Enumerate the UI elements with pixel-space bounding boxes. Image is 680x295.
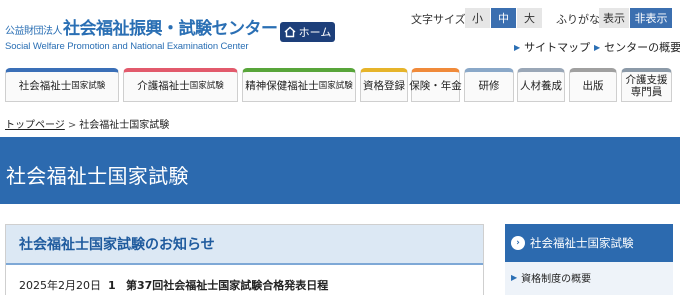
nav-tab-care-manager[interactable]: 介護支援 専門員 — [621, 68, 672, 102]
home-button[interactable]: ホーム — [280, 22, 335, 42]
news-heading-divider — [6, 263, 483, 265]
nav-tab-social-worker[interactable]: 社会福祉士 国家試験 — [5, 68, 119, 102]
side-list: ▶ 資格制度の概要 — [505, 262, 673, 295]
nav-tab-label: 出版 — [582, 79, 604, 92]
nav-tab-sublabel: 国家試験 — [189, 80, 224, 91]
nav-tab-label-line2: 専門員 — [630, 85, 663, 98]
nav-tab-sublabel: 国家試験 — [71, 80, 106, 91]
nav-tab-registration[interactable]: 資格登録 — [360, 68, 408, 102]
chevron-right-circle-icon: › — [511, 236, 525, 250]
breadcrumb-separator: > — [67, 120, 77, 131]
nav-tab-insurance[interactable]: 保険・年金 — [409, 68, 462, 102]
home-label: ホーム — [298, 26, 332, 39]
triangle-right-icon: ▶ — [511, 273, 518, 282]
page-title: 社会福祉士国家試験 — [6, 164, 189, 188]
home-icon — [284, 26, 296, 38]
nav-tab-label: 人材養成 — [520, 79, 562, 92]
nav-tab-label: 研修 — [478, 79, 500, 92]
site-logo[interactable]: 公益財団法人 社会福祉振興・試験センター Social Welfare Prom… — [5, 14, 278, 54]
breadcrumb: トップページ > 社会福祉士国家試験 — [5, 116, 169, 131]
center-overview-label: センターの概要 — [604, 41, 680, 54]
nav-tab-human-resources[interactable]: 人材養成 — [517, 68, 565, 102]
breadcrumb-current: 社会福祉士国家試験 — [79, 120, 170, 131]
font-size-large-button[interactable]: 大 — [517, 8, 542, 28]
logo-prefix: 公益財団法人 — [5, 26, 63, 37]
nav-tab-label: 保険・年金 — [409, 79, 462, 92]
nav-tab-care-worker[interactable]: 介護福祉士 国家試験 — [123, 68, 238, 102]
news-item: 2025年2月20日 1 第37回社会福祉士国家試験合格発表日程 — [19, 277, 328, 293]
font-size-label: 文字サイズ — [411, 13, 466, 26]
news-link[interactable]: 第37回社会福祉士国家試験合格発表日程 — [126, 277, 328, 293]
news-box: 社会福祉士国家試験のお知らせ 2025年2月20日 1 第37回社会福祉士国家試… — [5, 224, 484, 295]
side-item-label: 資格制度の概要 — [521, 274, 592, 285]
triangle-right-icon: ▶ — [594, 42, 601, 52]
side-item-system-overview[interactable]: ▶ 資格制度の概要 — [511, 270, 673, 285]
sitemap-link[interactable]: ▶ サイトマップ — [514, 39, 590, 55]
nav-tab-label: 精神保健福祉士 — [245, 79, 319, 92]
news-date: 2025年2月20日 — [19, 279, 101, 292]
news-number: 1 — [108, 278, 116, 292]
nav-tab-label: 資格登録 — [363, 79, 405, 92]
furigana-show-button[interactable]: 表示 — [599, 8, 629, 28]
breadcrumb-home-link[interactable]: トップページ — [5, 120, 65, 131]
side-panel: › 社会福祉士国家試験 ▶ 資格制度の概要 — [505, 224, 673, 295]
logo-title: 社会福祉振興・試験センター — [63, 19, 278, 39]
side-heading-label: 社会福祉士国家試験 — [530, 236, 634, 250]
nav-tab-mental-health[interactable]: 精神保健福祉士 国家試験 — [242, 68, 356, 102]
nav-tab-label: 社会福祉士 — [18, 79, 72, 92]
furigana-label: ふりがな — [556, 13, 600, 26]
nav-tab-label: 介護支援 — [625, 73, 668, 86]
furigana-hide-button[interactable]: 非表示 — [630, 8, 672, 28]
nav-tab-training[interactable]: 研修 — [464, 68, 514, 102]
sitemap-label: サイトマップ — [524, 41, 591, 54]
font-size-small-button[interactable]: 小 — [465, 8, 490, 28]
logo-subtitle: Social Welfare Promotion and National Ex… — [5, 41, 249, 52]
nav-tab-sublabel: 国家試験 — [318, 80, 353, 91]
center-overview-link[interactable]: ▶ センターの概要 — [594, 39, 680, 55]
side-heading-link[interactable]: › 社会福祉士国家試験 — [505, 224, 673, 262]
font-size-medium-button[interactable]: 中 — [491, 8, 516, 28]
news-heading: 社会福祉士国家試験のお知らせ — [6, 225, 483, 263]
nav-tab-publishing[interactable]: 出版 — [569, 68, 617, 102]
triangle-right-icon: ▶ — [514, 42, 521, 52]
nav-tab-label: 介護福祉士 — [137, 79, 190, 92]
